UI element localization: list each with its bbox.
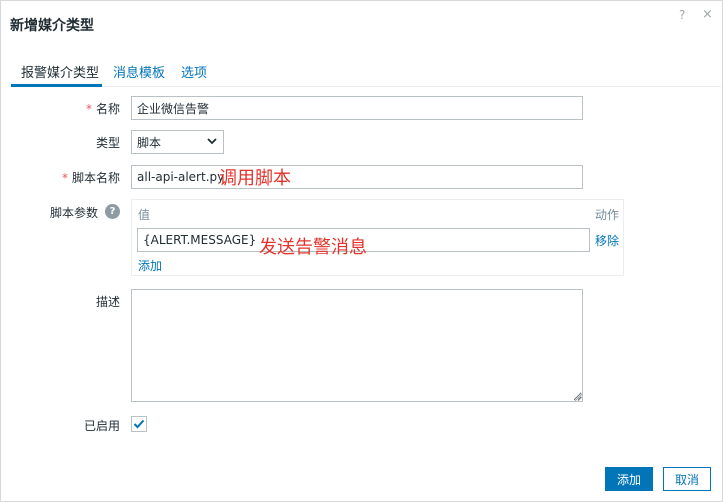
enabled-label: 已启用 xyxy=(83,419,120,433)
param-annotation: 发送告警消息 xyxy=(259,237,367,258)
description-textarea[interactable] xyxy=(131,289,583,402)
dialog-title: 新增媒介类型 xyxy=(10,18,94,34)
script-name-input[interactable] xyxy=(131,165,583,189)
close-icon[interactable]: × xyxy=(702,7,713,22)
type-select[interactable]: 脚本 xyxy=(131,130,224,154)
info-icon[interactable]: ? xyxy=(105,204,120,219)
name-input[interactable] xyxy=(131,96,583,120)
script-params-label: 脚本参数 xyxy=(49,206,98,220)
tabs-divider xyxy=(11,86,721,87)
description-label: 描述 xyxy=(95,295,120,309)
script-name-label: * 脚本名称 xyxy=(61,171,120,185)
cancel-button[interactable]: 取消 xyxy=(663,467,711,491)
tab-message-templates[interactable]: 消息模板 xyxy=(113,62,165,81)
type-select-value: 脚本 xyxy=(137,136,162,150)
tab-options[interactable]: 选项 xyxy=(181,62,207,81)
resize-handle-icon[interactable] xyxy=(574,393,582,401)
enabled-checkbox[interactable] xyxy=(131,416,147,432)
params-action-header: 动作 xyxy=(595,208,620,222)
script-params-table: 值 动作 移除 添加 xyxy=(131,199,624,276)
checkmark-icon xyxy=(133,419,145,429)
active-tab-indicator xyxy=(11,84,102,87)
script-annotation: 调用脚本 xyxy=(219,168,291,189)
remove-param-link[interactable]: 移除 xyxy=(595,232,619,249)
tab-media-type[interactable]: 报警媒介类型 xyxy=(21,62,99,81)
params-value-header: 值 xyxy=(138,208,151,222)
required-asterisk: * xyxy=(85,102,92,116)
name-label: * 名称 xyxy=(85,102,120,116)
chevron-down-icon xyxy=(206,135,218,150)
add-button[interactable]: 添加 xyxy=(605,467,653,491)
type-label: 类型 xyxy=(95,136,120,150)
media-type-dialog: 新增媒介类型 ? × 报警媒介类型 消息模板 选项 *名称 类型 脚本 *脚本名… xyxy=(0,0,723,502)
add-param-link[interactable]: 添加 xyxy=(138,257,162,274)
required-asterisk: * xyxy=(61,171,68,185)
help-icon[interactable]: ? xyxy=(679,8,685,22)
